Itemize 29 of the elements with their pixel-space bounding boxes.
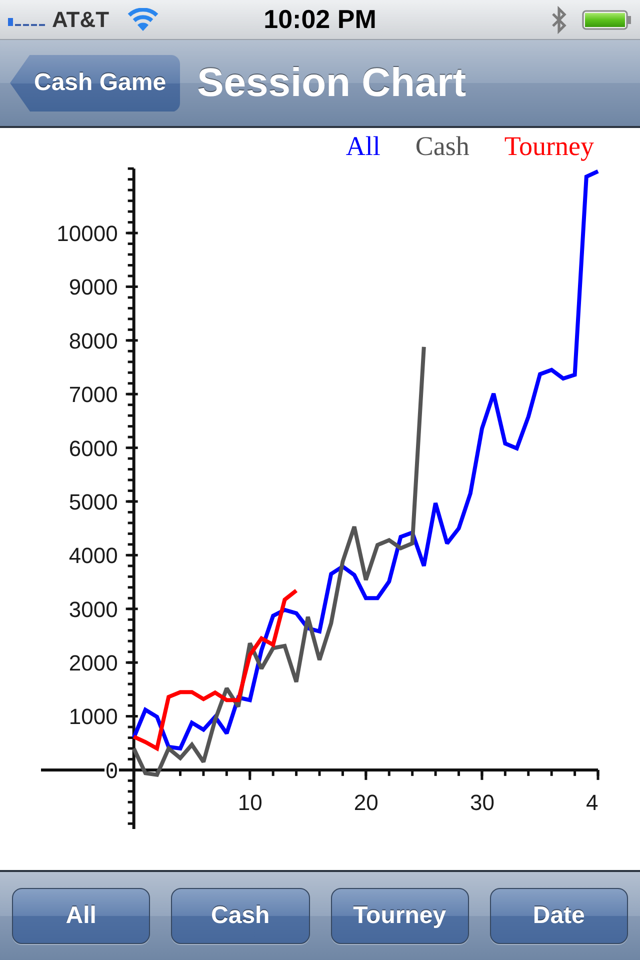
y-tick-label: 7000 (68, 382, 118, 408)
x-tick-label: 4 (586, 790, 598, 815)
bluetooth-icon (550, 6, 568, 34)
y-tick-label: 1000 (68, 704, 118, 730)
x-tick-label: 30 (470, 790, 494, 815)
y-tick-label: 6000 (68, 436, 118, 461)
x-tick-label: 20 (354, 790, 378, 815)
y-tick-label: 9000 (68, 274, 118, 300)
wifi-icon (127, 8, 160, 31)
y-tick-label: 3000 (68, 596, 118, 622)
y-tick-label: 2000 (68, 650, 118, 676)
y-tick-label: 5000 (68, 489, 118, 514)
legend-label: Tourney (504, 130, 594, 162)
screen-title: Session Chart (197, 60, 466, 106)
toolbar-button[interactable]: Date (490, 888, 628, 944)
back-button[interactable]: Cash Game (10, 54, 180, 112)
battery-icon (582, 10, 632, 30)
y-tick-label: 10000 (56, 221, 118, 246)
legend-label: Cash (415, 130, 470, 162)
carrier-name: AT&T (52, 6, 110, 32)
toolbar-button[interactable]: Cash (171, 888, 310, 944)
x-tick-label: 10 (238, 790, 262, 815)
signal-strength-icon (8, 18, 46, 27)
legend-label: All (346, 130, 380, 162)
toolbar-button[interactable]: All (12, 888, 150, 944)
clock-time: 10:02 PM (264, 4, 376, 35)
y-tick-label: 4000 (68, 543, 118, 568)
toolbar-button[interactable]: Tourney (330, 888, 469, 944)
y-tick-label: 8000 (68, 328, 118, 354)
